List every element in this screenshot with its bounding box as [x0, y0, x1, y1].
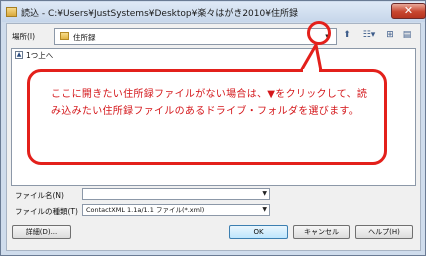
open-dialog: 読込 - C:¥Users¥JustSystems¥Desktop¥楽々はがき2… — [0, 0, 426, 256]
annotation-callout: ここに開きたい住所録ファイルがない場合は、▼をクリックして、読み込みたい住所録フ… — [27, 69, 387, 165]
callout-text: ここに開きたい住所録ファイルがない場合は、▼をクリックして、読み込みたい住所録フ… — [51, 89, 368, 117]
